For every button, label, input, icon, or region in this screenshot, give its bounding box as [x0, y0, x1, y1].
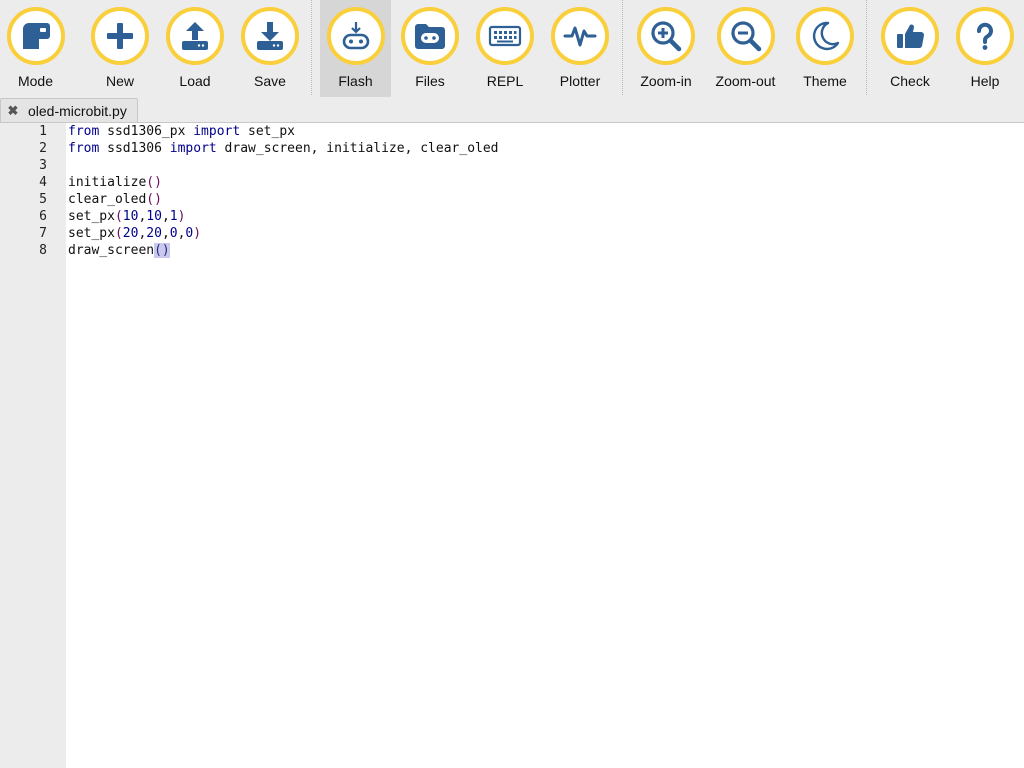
- flash-button[interactable]: Flash: [320, 0, 391, 97]
- zoom-out-button[interactable]: Zoom-out: [709, 0, 782, 97]
- code-line[interactable]: draw_screen(): [68, 242, 170, 259]
- code-line[interactable]: set_px(20,20,0,0): [68, 225, 201, 242]
- files-button[interactable]: Files: [394, 0, 466, 97]
- thumbs-up-icon: [881, 7, 939, 65]
- zoom-in-icon: [637, 7, 695, 65]
- code-editor[interactable]: 1 2 3 4 5 6 7 8 from ssd1306_px import set_px fr…: [0, 123, 1024, 768]
- moon-icon: [796, 7, 854, 65]
- line-number: 8: [39, 243, 47, 258]
- close-tab-icon[interactable]: ✖: [6, 103, 20, 118]
- repl-button[interactable]: REPL: [469, 0, 541, 97]
- check-button-label: Check: [890, 73, 930, 89]
- question-icon: [956, 7, 1014, 65]
- line-number: 4: [39, 175, 47, 190]
- toolbar-separator: [622, 0, 623, 95]
- repl-button-label: REPL: [486, 73, 524, 89]
- theme-button-label: Theme: [803, 73, 847, 89]
- files-device-icon: [401, 7, 459, 65]
- flash-device-icon: [326, 7, 385, 65]
- plotter-button[interactable]: Plotter: [544, 0, 616, 97]
- mode-button[interactable]: Mode: [0, 0, 71, 97]
- code-line[interactable]: set_px(10,10,1): [68, 208, 185, 225]
- code-line[interactable]: initialize(): [68, 174, 162, 191]
- line-number: 3: [39, 158, 47, 173]
- zoom-out-button-label: Zoom-out: [715, 73, 776, 89]
- code-line[interactable]: from ssd1306_px import set_px: [68, 123, 295, 140]
- mode-icon: [6, 7, 65, 65]
- load-button[interactable]: Load: [159, 0, 231, 97]
- line-number: 7: [39, 226, 47, 241]
- flash-button-label: Flash: [338, 73, 373, 89]
- new-button-label: New: [105, 73, 134, 89]
- line-number: 1: [39, 124, 47, 139]
- line-number-gutter: 1 2 3 4 5 6 7 8: [0, 123, 66, 768]
- save-button[interactable]: Save: [234, 0, 306, 97]
- zoom-out-icon: [716, 7, 775, 65]
- code-line[interactable]: clear_oled(): [68, 191, 162, 208]
- toolbar-separator: [866, 0, 867, 95]
- line-number: 5: [39, 192, 47, 207]
- zoom-in-button-label: Zoom-in: [640, 73, 692, 89]
- file-tab-label: oled-microbit.py: [28, 102, 127, 119]
- line-number: 6: [39, 209, 47, 224]
- check-button[interactable]: Check: [874, 0, 946, 97]
- upload-icon: [166, 7, 224, 65]
- files-button-label: Files: [415, 73, 445, 89]
- theme-button[interactable]: Theme: [789, 0, 861, 97]
- download-icon: [241, 7, 299, 65]
- mode-button-label: Mode: [17, 73, 54, 89]
- tab-bar: ✖ oled-microbit.py: [0, 97, 1024, 123]
- save-button-label: Save: [254, 73, 286, 89]
- pulse-icon: [551, 7, 609, 65]
- new-button[interactable]: New: [84, 0, 156, 97]
- help-button-label: Help: [970, 73, 1000, 89]
- zoom-in-button[interactable]: Zoom-in: [630, 0, 702, 97]
- line-number: 2: [39, 141, 47, 156]
- keyboard-icon: [476, 7, 534, 65]
- toolbar: Mode New Load Save Flash Files REPL Plotter Zoo…: [0, 0, 1024, 97]
- code-line[interactable]: from ssd1306 import draw_screen, initial…: [68, 140, 499, 157]
- plus-icon: [91, 7, 149, 65]
- help-button[interactable]: Help: [949, 0, 1021, 97]
- file-tab[interactable]: ✖ oled-microbit.py: [0, 98, 138, 122]
- toolbar-separator: [311, 0, 312, 95]
- plotter-button-label: Plotter: [559, 73, 601, 89]
- load-button-label: Load: [179, 73, 211, 89]
